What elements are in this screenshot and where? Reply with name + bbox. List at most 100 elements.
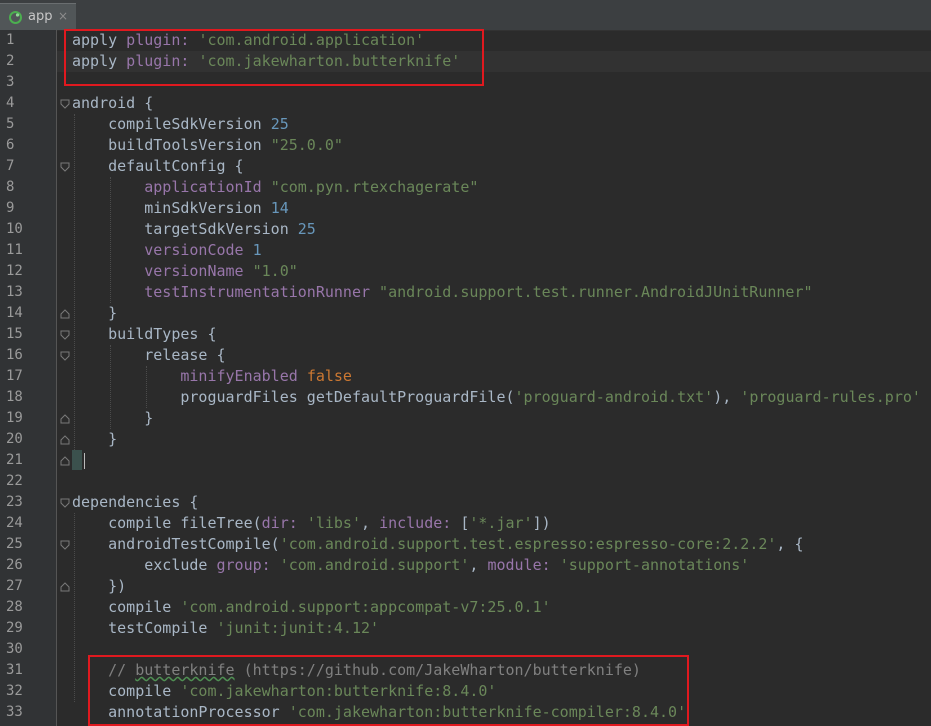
code-line[interactable]: minifyEnabled false [72, 366, 352, 387]
code-line[interactable]: targetSdkVersion 25 [72, 219, 316, 240]
annotation-box-plugins [64, 29, 484, 86]
fold-open-icon[interactable] [59, 329, 71, 341]
code-line[interactable]: } [72, 408, 153, 429]
code-token: } [72, 430, 118, 448]
line-number: 17 [6, 368, 23, 384]
line-number: 23 [6, 494, 23, 510]
code-token: false [306, 367, 352, 385]
line-number: 24 [6, 515, 23, 531]
line-number: 6 [6, 137, 15, 153]
code-line[interactable]: testCompile 'junit:junit:4.12' [72, 618, 379, 639]
code-line[interactable]: proguardFiles getDefaultProguardFile('pr… [72, 387, 921, 408]
line-number: 1 [6, 32, 15, 48]
code-token: }) [72, 577, 127, 595]
code-token: "25.0.0" [270, 136, 343, 154]
text-caret [84, 453, 85, 469]
code-token: "1.0" [252, 262, 298, 280]
close-icon[interactable]: × [58, 9, 68, 23]
line-number: 31 [6, 662, 23, 678]
line-number: 4 [6, 95, 15, 111]
code-line[interactable]: minSdkVersion 14 [72, 198, 289, 219]
code-token: compile [72, 598, 181, 616]
gradle-icon [9, 11, 22, 24]
code-line[interactable]: defaultConfig { [72, 156, 243, 177]
annotation-box-butterknife [88, 655, 689, 726]
code-token: dependencies { [72, 493, 199, 511]
code-line[interactable]: }) [72, 576, 126, 597]
line-number: 3 [6, 74, 15, 90]
fold-open-icon[interactable] [59, 98, 71, 110]
fold-close-icon[interactable] [59, 308, 71, 320]
line-number: 13 [6, 284, 23, 300]
code-line[interactable]: buildTypes { [72, 324, 217, 345]
code-line[interactable]: release { [72, 345, 226, 366]
editor-tab-bar: app × [0, 0, 931, 31]
fold-close-icon[interactable] [59, 434, 71, 446]
code-token: 25 [297, 220, 316, 238]
code-token: 'support-annotations' [559, 556, 750, 574]
code-line[interactable]: compile fileTree(dir: 'libs', include: [… [72, 513, 551, 534]
code-token: buildTypes { [72, 325, 217, 343]
line-number: 14 [6, 305, 23, 321]
fold-close-icon[interactable] [59, 413, 71, 425]
line-number: 7 [6, 158, 15, 174]
code-token: release { [72, 346, 226, 364]
code-line[interactable]: applicationId "com.pyn.rtexchagerate" [72, 177, 478, 198]
fold-open-icon[interactable] [59, 350, 71, 362]
code-token: } [72, 409, 154, 427]
line-number: 11 [6, 242, 23, 258]
line-number: 5 [6, 116, 15, 132]
code-line[interactable]: buildToolsVersion "25.0.0" [72, 135, 343, 156]
fold-open-icon[interactable] [59, 539, 71, 551]
matched-brace-highlight [72, 450, 82, 470]
line-number: 18 [6, 389, 23, 405]
code-token: "android.support.test.runner.AndroidJUni… [379, 283, 813, 301]
line-number: 25 [6, 536, 23, 552]
code-token: compileSdkVersion [72, 115, 271, 133]
line-number: 16 [6, 347, 23, 363]
code-line[interactable]: versionCode 1 [72, 240, 262, 261]
code-token: applicationId [72, 178, 271, 196]
code-token: ), [713, 388, 741, 406]
code-token: , { [776, 535, 804, 553]
gutter-separator [56, 30, 57, 726]
code-token: minSdkVersion [72, 199, 271, 217]
line-number: 2 [6, 53, 15, 69]
tab-app[interactable]: app × [0, 3, 76, 30]
code-line[interactable]: } [72, 429, 117, 450]
code-token: , [469, 556, 488, 574]
line-number: 30 [6, 641, 23, 657]
line-number: 32 [6, 683, 23, 699]
line-number: 28 [6, 599, 23, 615]
code-token: 'libs' [306, 514, 361, 532]
fold-open-icon[interactable] [59, 497, 71, 509]
code-token: exclude [72, 556, 217, 574]
code-token: testCompile [72, 619, 217, 637]
code-token: 'proguard-android.txt' [514, 388, 714, 406]
fold-close-icon[interactable] [59, 581, 71, 593]
code-token: 1 [252, 241, 262, 259]
code-token: 25 [270, 115, 289, 133]
code-token: 'proguard-rules.pro' [740, 388, 921, 406]
code-line[interactable]: testInstrumentationRunner "android.suppo… [72, 282, 813, 303]
code-token: module: [487, 556, 560, 574]
line-number: 29 [6, 620, 23, 636]
code-token: android { [72, 94, 154, 112]
code-line[interactable]: compile 'com.android.support:appcompat-v… [72, 597, 551, 618]
code-line[interactable]: exclude group: 'com.android.support', mo… [72, 555, 749, 576]
code-token: } [72, 304, 118, 322]
line-number: 20 [6, 431, 23, 447]
fold-close-icon[interactable] [59, 455, 71, 467]
code-line[interactable]: compileSdkVersion 25 [72, 114, 289, 135]
code-line[interactable]: dependencies { [72, 492, 198, 513]
fold-open-icon[interactable] [59, 161, 71, 173]
code-line[interactable]: androidTestCompile('com.android.support.… [72, 534, 804, 555]
code-line[interactable]: android { [72, 93, 153, 114]
line-number: 8 [6, 179, 15, 195]
line-number: 15 [6, 326, 23, 342]
code-token: 'com.android.support:appcompat-v7:25.0.1… [180, 598, 551, 616]
code-line[interactable]: } [72, 303, 117, 324]
code-token: 'com.android.support' [279, 556, 470, 574]
code-token: buildToolsVersion [72, 136, 271, 154]
code-line[interactable]: versionName "1.0" [72, 261, 298, 282]
